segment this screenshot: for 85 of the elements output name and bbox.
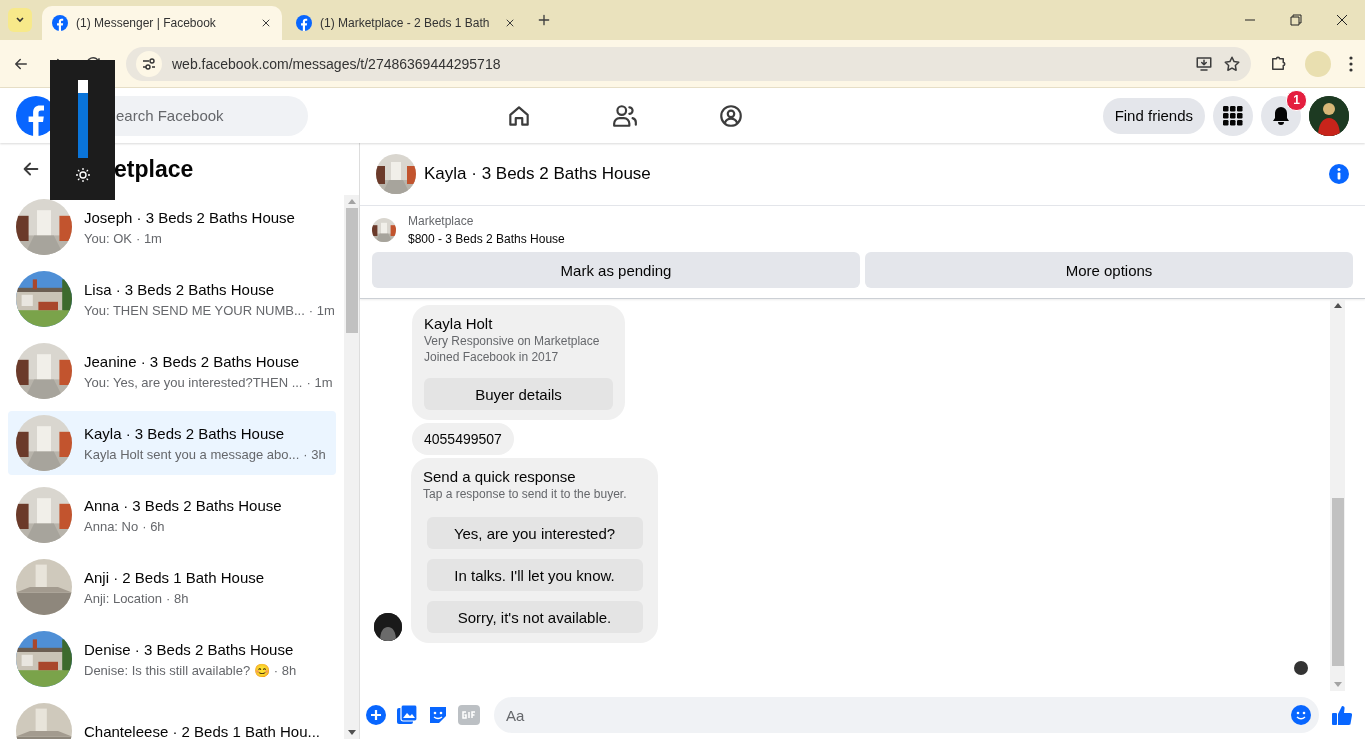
buyer-info: Very Responsive on Marketplace <box>424 334 601 348</box>
listing-action-button[interactable]: Mark as pending <box>372 252 860 288</box>
close-icon[interactable] <box>260 17 272 29</box>
info-icon[interactable] <box>1329 164 1349 184</box>
message-preview: Denise: Is this still available? 😊 <box>84 662 270 678</box>
quick-response-hint: Tap a response to send it to the buyer. <box>423 487 628 501</box>
buyer-info: Joined Facebook in 2017 <box>424 350 560 364</box>
browser-tab[interactable]: (1) Messenger | Facebook <box>42 6 282 40</box>
buyer-name: Kayla Holt <box>424 315 494 332</box>
profile-avatar[interactable] <box>1309 95 1349 136</box>
chevron-down-icon <box>15 15 25 25</box>
find-friends-button[interactable]: Find friends <box>1102 97 1205 134</box>
quick-response-button[interactable]: In talks. I'll let you know. <box>426 559 643 591</box>
message-time: · 3h <box>303 446 326 462</box>
message-time: · 1m <box>306 374 333 390</box>
buyer-details-button[interactable]: Buyer details <box>424 378 613 410</box>
notifications-button[interactable] <box>1261 95 1301 136</box>
seen-avatar <box>1294 661 1308 675</box>
conversation-item[interactable]: Kayla · 3 Beds 2 Baths House Kayla Holt sent you a message abo... · 3h <box>8 411 336 475</box>
message-time: · 6h <box>142 518 165 534</box>
message-time: · 8h <box>273 662 297 678</box>
message-preview: Anji: Location <box>84 590 163 606</box>
message-preview: Anna: No <box>84 518 139 534</box>
friends-icon[interactable] <box>612 102 638 129</box>
listing-action-button[interactable]: More options <box>865 252 1353 288</box>
site-settings-icon[interactable] <box>136 50 162 77</box>
conversation-title: Denise · 3 Beds 2 Baths House <box>84 640 295 658</box>
avatar <box>374 613 402 641</box>
scrollbar[interactable] <box>344 195 359 739</box>
message-preview: Kayla Holt sent you a message abo... <box>84 446 300 462</box>
quick-response-title: Send a quick response <box>423 468 577 485</box>
extensions-icon[interactable] <box>1269 54 1287 73</box>
conversation-item[interactable]: Chanteleese · 2 Beds 1 Bath Hou... <box>8 699 336 739</box>
message-preview: You: THEN SEND ME YOUR NUMB... <box>84 302 305 318</box>
scroll-down-icon[interactable] <box>347 730 356 735</box>
menu-button[interactable] <box>1213 95 1253 136</box>
quick-response-button[interactable]: Sorry, it's not available. <box>426 601 643 633</box>
notification-badge: 1 <box>1286 89 1307 111</box>
quick-response-button[interactable]: Yes, are you interested? <box>426 517 643 549</box>
sticker-icon[interactable] <box>428 705 448 725</box>
menu-icon[interactable] <box>1349 55 1353 72</box>
message-preview: You: OK <box>84 230 132 246</box>
emoji-icon[interactable] <box>1291 705 1311 725</box>
browser-tab[interactable]: (1) Marketplace - 2 Beds 1 Bath <box>286 6 526 40</box>
conversation-item[interactable]: Lisa · 3 Beds 2 Baths House You: THEN SEND ME YOUR NUMB... · 1m <box>8 267 336 331</box>
install-app-icon[interactable] <box>1195 54 1213 73</box>
conversation-item[interactable]: Denise · 3 Beds 2 Baths House Denise: Is this still available? 😊 · 8h <box>8 627 336 691</box>
message-bubble: 4055499507 <box>412 423 514 455</box>
photo-icon[interactable] <box>396 704 418 726</box>
scrollbar[interactable] <box>1330 299 1345 691</box>
scroll-thumb[interactable] <box>345 208 358 333</box>
conversation-item[interactable]: Anji · 2 Beds 1 Bath House Anji: Location · 8h <box>8 555 336 619</box>
conversation-title: Lisa · 3 Beds 2 Baths House <box>84 280 276 298</box>
sidebar-title: etplace <box>114 155 194 183</box>
listing-title: $800 - 3 Beds 2 Baths House <box>408 232 565 246</box>
new-tab-icon[interactable] <box>536 12 552 28</box>
conversation-item[interactable]: Joseph · 3 Beds 2 Baths House You: OK · 1m <box>8 195 336 259</box>
bell-icon <box>1271 105 1291 126</box>
message-time: · 8h <box>166 590 189 606</box>
conversation-title: Jeanine · 3 Beds 2 Baths House <box>84 352 301 370</box>
conversation-title: Anna · 3 Beds 2 Baths House <box>84 496 282 514</box>
facebook-icon <box>52 15 68 31</box>
listing-label: Marketplace <box>408 214 475 228</box>
chat-title: Kayla · 3 Beds 2 Baths House <box>424 164 652 184</box>
conversation-item[interactable]: Jeanine · 3 Beds 2 Baths House You: Yes, are you interested?THEN ... · 1m <box>8 339 336 403</box>
message-time: · 1m <box>135 230 162 246</box>
conversation-title: Joseph · 3 Beds 2 Baths House <box>84 208 295 226</box>
facebook-icon <box>296 15 312 31</box>
conversation-title: Chanteleese · 2 Beds 1 Bath Hou... <box>84 722 320 739</box>
groups-icon[interactable] <box>718 102 744 129</box>
bookmark-star-icon[interactable] <box>1223 54 1241 73</box>
close-icon[interactable] <box>504 17 516 29</box>
message-time: · 1m <box>308 302 335 318</box>
message-preview: You: Yes, are you interested?THEN ... <box>84 374 303 390</box>
conversation-title: Anji · 2 Beds 1 Bath House <box>84 568 265 586</box>
scroll-up-icon[interactable] <box>1333 303 1342 308</box>
scroll-thumb[interactable] <box>1331 498 1344 666</box>
add-icon[interactable] <box>366 705 386 725</box>
conversation-item[interactable]: Anna · 3 Beds 2 Baths House Anna: No · 6h <box>8 483 336 547</box>
grid-icon <box>1223 105 1243 126</box>
tab-search-button[interactable] <box>8 8 32 32</box>
conversation-title: Kayla · 3 Beds 2 Baths House <box>84 424 286 442</box>
brightness-icon <box>75 168 90 182</box>
like-icon[interactable] <box>1331 704 1353 726</box>
message-field[interactable]: Aa <box>494 697 1319 733</box>
